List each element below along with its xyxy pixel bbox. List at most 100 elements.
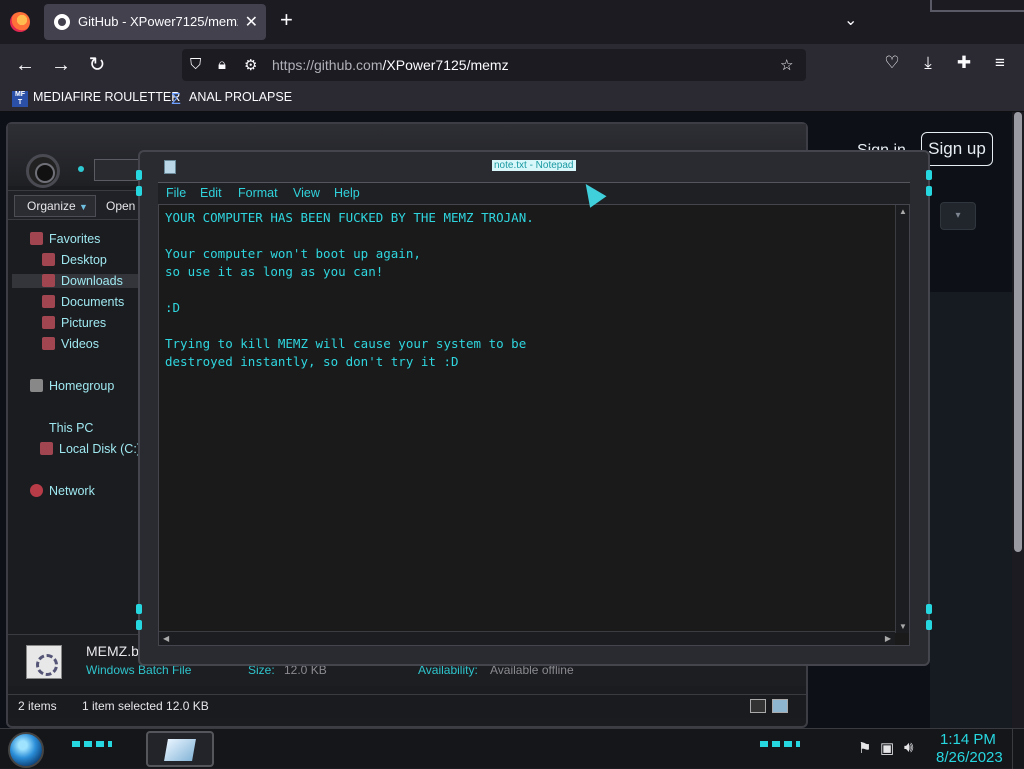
notepad-window: note.txt - Notepad File Edit Format View… <box>136 150 932 666</box>
bookmark-second[interactable]: Σ ANAL PROLAPSE <box>168 90 292 108</box>
tree-label: Downloads <box>61 274 123 288</box>
tree-network[interactable]: Network <box>30 484 95 498</box>
sigma-icon: Σ <box>171 91 181 108</box>
network-icon <box>30 484 43 497</box>
tree-this-pc[interactable]: This PC <box>30 421 93 435</box>
tree-favorites[interactable]: Favorites <box>30 232 100 246</box>
tree-label: Local Disk (C:) <box>59 442 141 456</box>
scroll-left-icon[interactable]: ◀ <box>163 634 169 643</box>
tree-label: This PC <box>49 421 94 435</box>
sign-up-button[interactable]: Sign up <box>921 132 993 166</box>
browser-nav-bar: ← → ↻ ⛉ 🔒︎ ⚙ https://github.com/XPower71… <box>0 44 1024 86</box>
homegroup-icon <box>30 379 43 392</box>
notepad-text-area[interactable]: YOUR COMPUTER HAS BEEN FUCKED BY THE MEM… <box>158 204 910 646</box>
download-icon[interactable]: ⤓ <box>916 53 940 73</box>
address-box[interactable] <box>94 159 142 181</box>
desktop-icon <box>42 253 55 266</box>
clock-date[interactable]: 8/26/2023 <box>936 749 1003 766</box>
downloads-icon <box>42 274 55 287</box>
vertical-scrollbar[interactable]: ▲ ▼ <box>895 205 909 633</box>
notepad-content[interactable]: YOUR COMPUTER HAS BEEN FUCKED BY THE MEM… <box>165 209 534 371</box>
tree-local-disk[interactable]: Local Disk (C:) <box>40 442 142 456</box>
tree-documents[interactable]: Documents <box>42 295 124 309</box>
tree-desktop[interactable]: Desktop <box>42 253 107 267</box>
reload-icon[interactable]: ↻ <box>84 52 110 78</box>
github-side-panel <box>930 292 1012 728</box>
pocket-icon[interactable]: ♡ <box>880 53 904 73</box>
new-tab-button[interactable]: + <box>280 9 293 31</box>
taskbar-decoration <box>760 741 800 747</box>
taskbar-decoration <box>72 741 112 747</box>
frame-accent <box>136 186 142 196</box>
taskbar-app-notepad[interactable] <box>146 731 214 767</box>
url-path: /XPower7125/memz <box>382 57 509 73</box>
tree-label: Documents <box>61 295 125 309</box>
shield-icon[interactable]: ⛉ <box>190 56 201 73</box>
open-button[interactable]: Open <box>106 199 135 213</box>
scroll-up-icon[interactable]: ▲ <box>899 207 907 216</box>
browser-tab-bar: GitHub - XPower7125/memz: MEMZ ✕ + ⌄ <box>0 0 1024 44</box>
tab-github[interactable]: GitHub - XPower7125/memz: MEMZ ✕ <box>44 4 266 40</box>
lock-icon[interactable]: 🔒︎ <box>218 56 226 73</box>
organize-button[interactable]: Organize ▼ <box>14 195 96 217</box>
frame-accent <box>136 620 142 630</box>
taskbar: ⚑ ▣ 🔊︎ 1:14 PM 8/26/2023 <box>0 728 1024 769</box>
navigation-pane: Favorites Desktop Downloads Documents Pi… <box>8 224 142 634</box>
scroll-down-icon[interactable]: ▼ <box>899 622 907 631</box>
frame-accent <box>136 604 142 614</box>
tree-label: Favorites <box>49 232 101 246</box>
star-icon[interactable]: ☆ <box>780 56 793 74</box>
menu-help[interactable]: Help <box>334 186 360 200</box>
flag-icon[interactable]: ⚑ <box>858 739 871 757</box>
menu-view[interactable]: View <box>293 186 320 200</box>
tiles-view-icon[interactable] <box>772 699 788 713</box>
tree-label: Network <box>49 484 95 498</box>
url-text[interactable]: https://github.com/XPower7125/memz <box>272 57 509 73</box>
status-dot <box>78 166 84 172</box>
volume-icon[interactable]: 🔊︎ <box>904 739 913 756</box>
tree-homegroup[interactable]: Homegroup <box>30 379 114 393</box>
permissions-icon[interactable]: ⚙ <box>244 56 257 74</box>
frame-accent <box>926 170 932 180</box>
firefox-icon[interactable] <box>10 12 30 32</box>
clock-time[interactable]: 1:14 PM <box>940 731 996 748</box>
chevron-down-icon[interactable]: ⌄ <box>844 10 857 30</box>
pictures-icon <box>42 316 55 329</box>
scroll-right-icon[interactable]: ▶ <box>885 634 891 643</box>
details-view-icon[interactable] <box>750 699 766 713</box>
url-bar[interactable]: ⛉ 🔒︎ ⚙ https://github.com/XPower7125/mem… <box>182 49 806 81</box>
back-ring-icon[interactable] <box>26 154 60 188</box>
tree-label: Desktop <box>61 253 107 267</box>
status-bar: 2 items 1 item selected 12.0 KB <box>8 694 806 718</box>
dropdown-button[interactable]: ▾ <box>940 202 976 230</box>
start-button[interactable] <box>8 732 44 768</box>
github-icon <box>54 14 70 30</box>
back-icon[interactable]: ← <box>12 52 38 78</box>
menu-icon[interactable]: ≡ <box>988 53 1012 73</box>
forward-icon[interactable]: → <box>48 52 74 78</box>
notepad-icon[interactable] <box>164 160 176 174</box>
scroll-thumb[interactable] <box>1014 112 1022 552</box>
menu-edit[interactable]: Edit <box>200 186 222 200</box>
tree-pictures[interactable]: Pictures <box>42 316 106 330</box>
notepad-title: note.txt - Notepad <box>492 160 576 171</box>
page-scrollbar[interactable] <box>1012 112 1024 728</box>
horizontal-scrollbar[interactable]: ◀ ▶ <box>159 631 895 645</box>
menu-format[interactable]: Format <box>238 186 278 200</box>
selection-info: 1 item selected 12.0 KB <box>82 699 209 713</box>
window-frame-edge <box>930 0 1024 12</box>
tree-label: Pictures <box>61 316 107 330</box>
url-host: https://github.com <box>272 57 383 73</box>
close-icon[interactable]: ✕ <box>245 12 258 32</box>
item-count: 2 items <box>18 699 57 713</box>
bookmark-label: MEDIAFIRE ROULETTER <box>33 90 181 104</box>
tree-videos[interactable]: Videos <box>42 337 99 351</box>
show-desktop-button[interactable] <box>1012 729 1024 769</box>
tree-downloads[interactable]: Downloads <box>12 274 142 288</box>
extensions-icon[interactable]: ✚ <box>952 53 976 73</box>
chevron-down-icon: ▼ <box>79 202 88 212</box>
bookmark-mediafire[interactable]: MF T MEDIAFIRE ROULETTER <box>12 90 180 107</box>
network-icon[interactable]: ▣ <box>880 739 894 757</box>
videos-icon <box>42 337 55 350</box>
menu-file[interactable]: File <box>166 186 186 200</box>
